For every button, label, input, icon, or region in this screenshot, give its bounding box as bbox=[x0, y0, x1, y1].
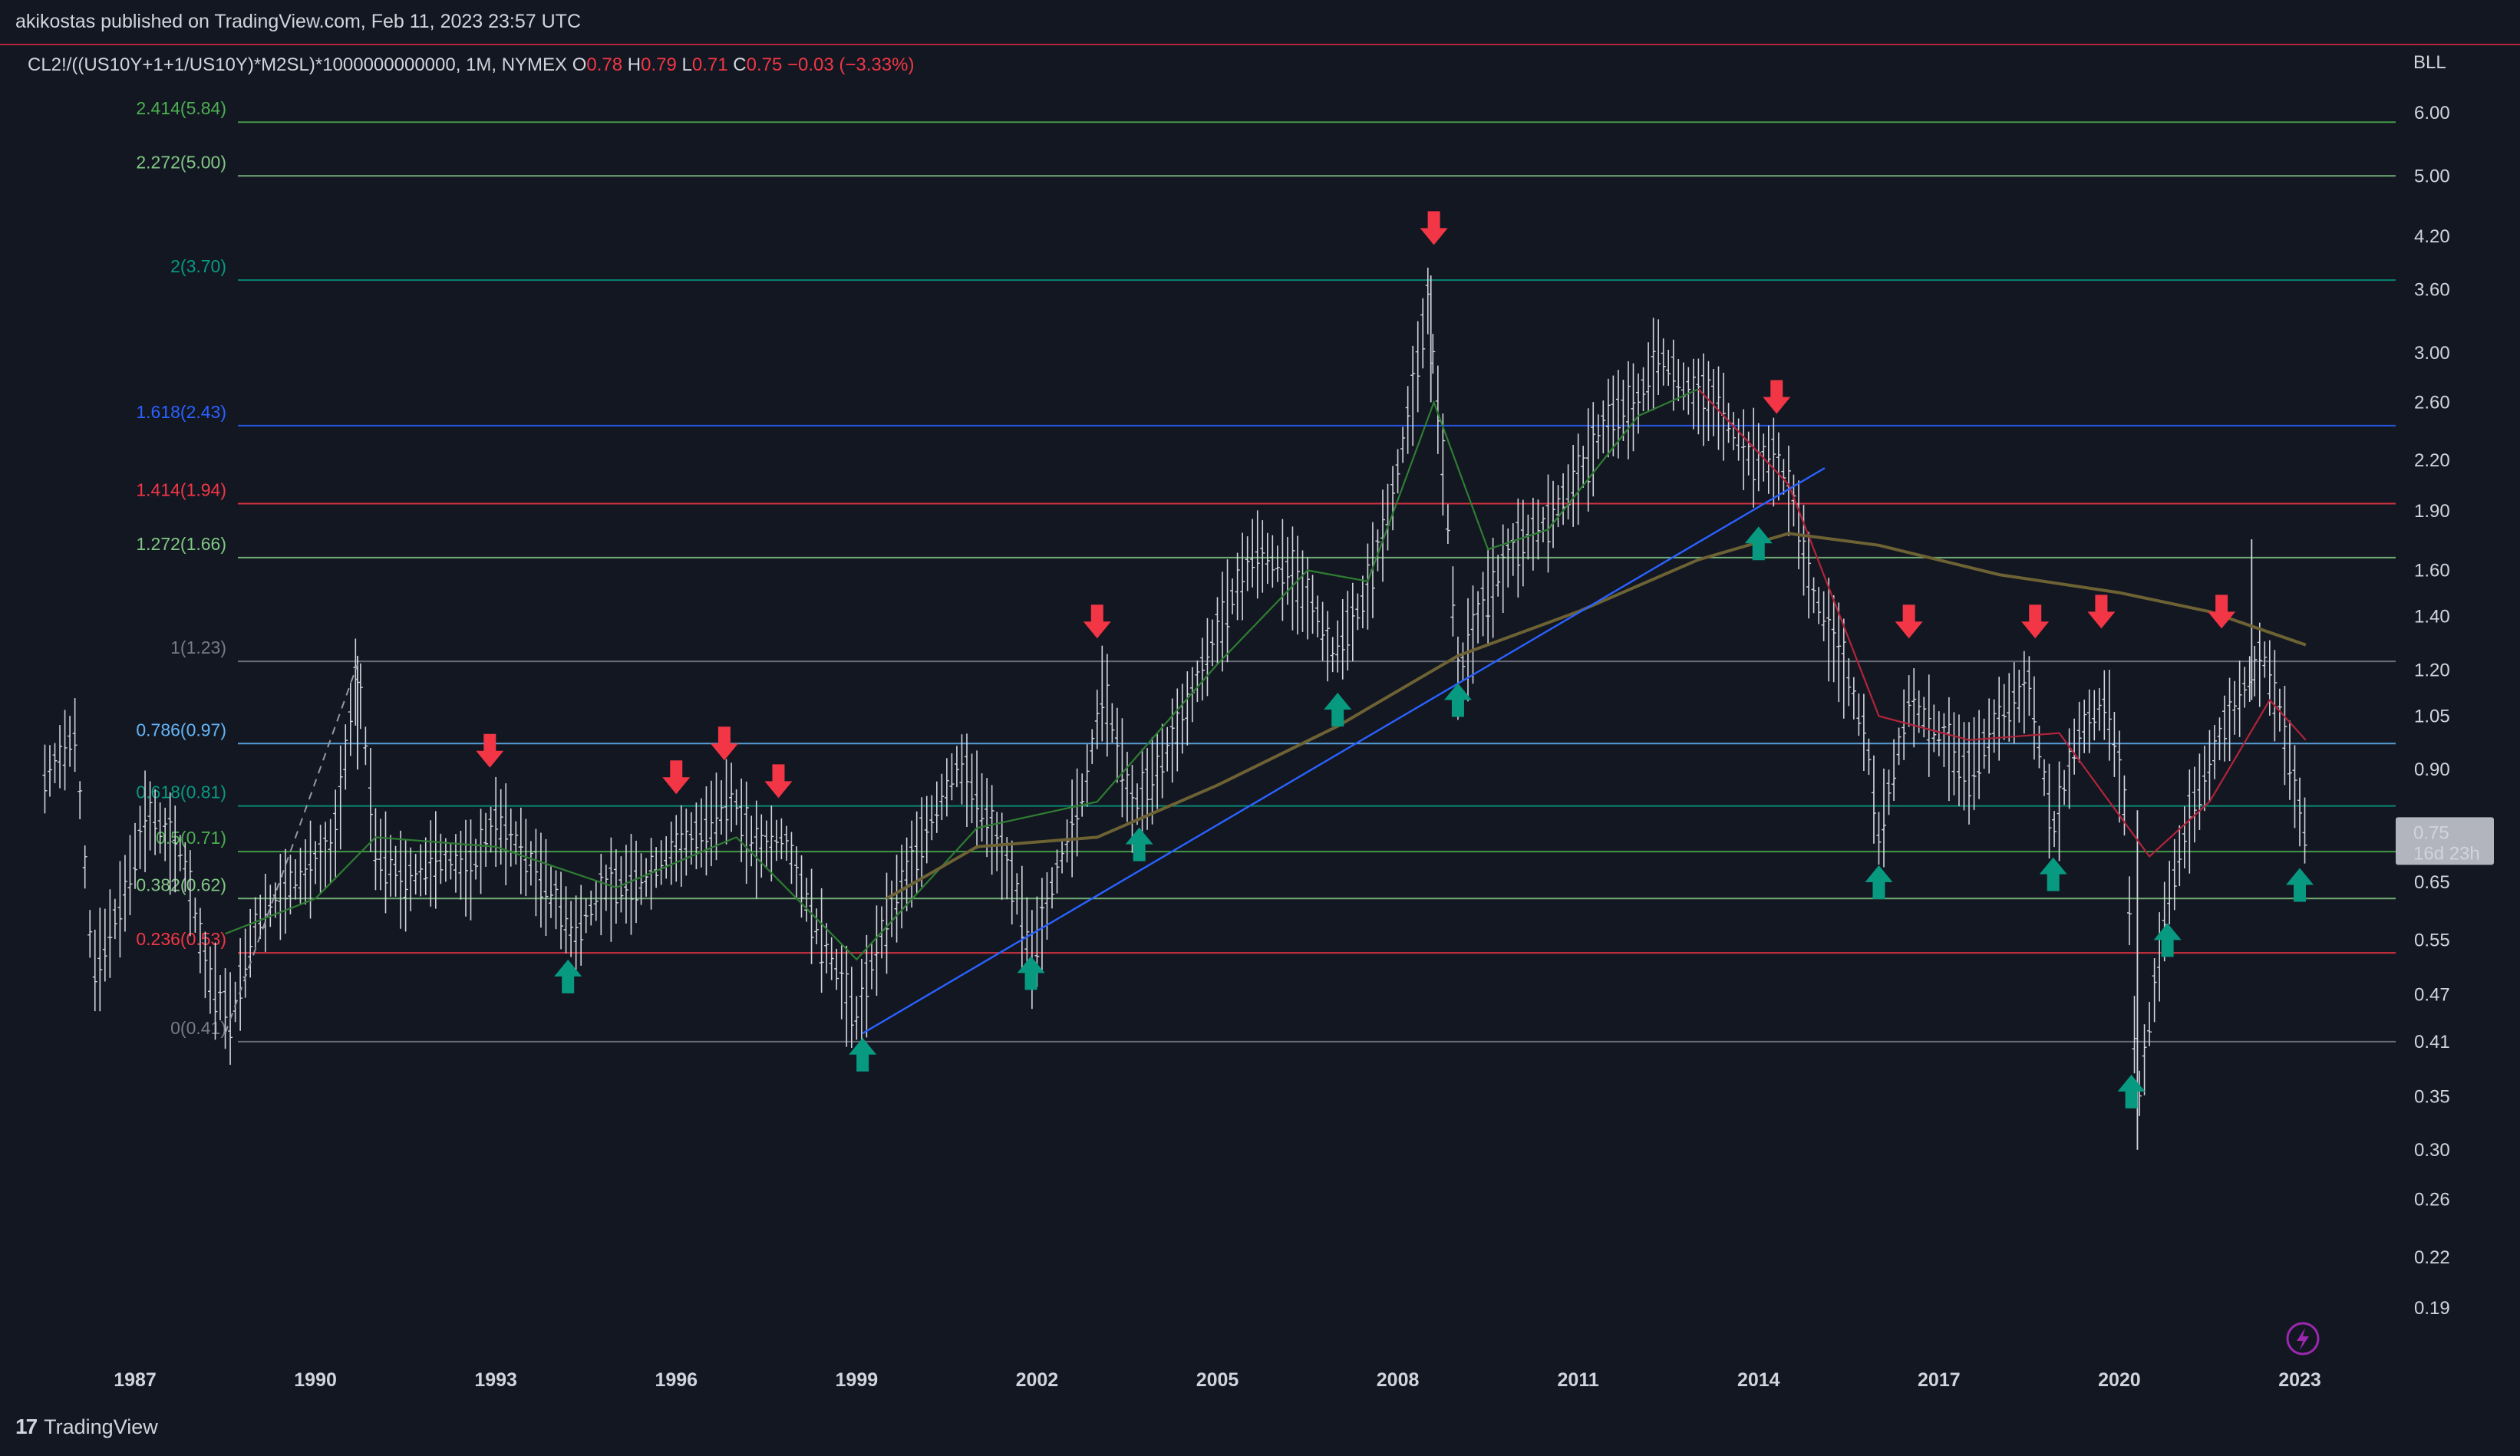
up-arrow-icon bbox=[1865, 865, 1893, 899]
tradingview-logo-icon: 17 bbox=[15, 1415, 38, 1438]
x-tick-label: 1996 bbox=[655, 1369, 698, 1391]
x-tick-label: 2002 bbox=[1016, 1369, 1059, 1391]
up-arrow-icon bbox=[554, 959, 582, 993]
brand-label: TradingView bbox=[44, 1415, 158, 1438]
x-tick-label: 2011 bbox=[1558, 1369, 1599, 1391]
x-tick-label: 2017 bbox=[1918, 1369, 1961, 1391]
y-tick-label: 0.41 bbox=[2414, 1032, 2450, 1052]
footer: 17 TradingView bbox=[0, 1398, 2520, 1456]
up-arrow-icon bbox=[849, 1037, 877, 1072]
x-tick-label: 2020 bbox=[2098, 1369, 2141, 1391]
y-tick-label: 3.60 bbox=[2414, 280, 2450, 301]
x-tick-label: 1999 bbox=[836, 1369, 879, 1391]
high-label: H bbox=[628, 54, 641, 75]
fib-level-label: 1.414(1.94) bbox=[136, 480, 226, 500]
y-tick-label: 2.20 bbox=[2414, 450, 2450, 471]
trendline bbox=[862, 467, 1826, 1035]
y-tick-label: 0.65 bbox=[2414, 872, 2450, 893]
last-price-countdown: 16d 23h bbox=[2413, 843, 2480, 864]
down-arrow-icon bbox=[1420, 211, 1448, 245]
fib-level-label: 0(0.41) bbox=[170, 1018, 226, 1038]
down-arrow-icon bbox=[1083, 604, 1111, 639]
change-value: −0.03 (−3.33%) bbox=[787, 54, 914, 75]
down-arrow-icon bbox=[1895, 604, 1923, 639]
up-arrow-icon bbox=[1744, 526, 1773, 561]
y-tick-label: 0.55 bbox=[2414, 930, 2450, 950]
price-chart[interactable]: CL2!/((US10Y+1+1/US10Y)*M2SL)*1000000000… bbox=[0, 45, 2520, 1398]
up-arrow-icon bbox=[2153, 923, 2182, 957]
down-arrow-icon bbox=[764, 764, 793, 799]
down-arrow-icon bbox=[710, 726, 738, 761]
y-tick-label: 6.00 bbox=[2414, 103, 2450, 124]
fib-level-label: 1.618(2.43) bbox=[136, 402, 226, 422]
y-tick-label: 1.90 bbox=[2414, 501, 2450, 522]
x-tick-label: 2008 bbox=[1377, 1369, 1420, 1391]
down-arrow-icon bbox=[2087, 595, 2116, 629]
down-arrow-icon bbox=[2021, 604, 2050, 639]
lightning-bolt-icon bbox=[2297, 1328, 2309, 1350]
dashed-trendline bbox=[224, 664, 358, 1034]
open-value: 0.78 bbox=[586, 54, 627, 75]
x-tick-label: 2005 bbox=[1196, 1369, 1239, 1391]
fib-level-label: 0.382(0.62) bbox=[136, 875, 226, 894]
y-tick-label: 5.00 bbox=[2414, 166, 2450, 186]
close-value: 0.75 bbox=[747, 54, 787, 75]
ma-short-line-red bbox=[1697, 388, 2307, 858]
high-value: 0.79 bbox=[641, 54, 681, 75]
tradingview-brand[interactable]: 17 TradingView bbox=[15, 1415, 158, 1439]
fib-level-label: 1(1.23) bbox=[170, 637, 226, 657]
publish-header: akikostas published on TradingView.com, … bbox=[0, 0, 2520, 44]
y-tick-label: 0.26 bbox=[2414, 1189, 2450, 1210]
y-tick-label: 0.19 bbox=[2414, 1298, 2450, 1319]
y-tick-label: 1.40 bbox=[2414, 607, 2450, 628]
low-value: 0.71 bbox=[692, 54, 733, 75]
symbol-ohlc-line: CL2!/((US10Y+1+1/US10Y)*M2SL)*1000000000… bbox=[28, 54, 914, 75]
close-label: C bbox=[733, 54, 746, 75]
x-tick-label: 1990 bbox=[294, 1369, 337, 1391]
publish-info: akikostas published on TradingView.com, … bbox=[15, 11, 582, 32]
up-arrow-icon bbox=[2039, 857, 2067, 891]
up-arrow-icon bbox=[2117, 1074, 2146, 1108]
fib-level-label: 0.236(0.53) bbox=[136, 929, 226, 949]
fib-level-label: 1.272(1.66) bbox=[136, 534, 226, 554]
down-arrow-icon bbox=[662, 760, 691, 795]
fib-level-label: 0.786(0.97) bbox=[136, 720, 226, 740]
low-label: L bbox=[682, 54, 692, 75]
y-tick-label: 2.60 bbox=[2414, 392, 2450, 413]
open-label: O bbox=[572, 54, 587, 75]
last-price-value: 0.75 bbox=[2413, 822, 2449, 843]
y-tick-label: 0.22 bbox=[2414, 1247, 2450, 1268]
x-tick-label: 1987 bbox=[114, 1369, 157, 1391]
down-arrow-icon bbox=[1763, 380, 1791, 414]
y-tick-label: 1.20 bbox=[2414, 660, 2450, 680]
y-tick-label: 0.47 bbox=[2414, 984, 2450, 1005]
x-tick-label: 2014 bbox=[1737, 1369, 1780, 1391]
y-tick-label: 1.60 bbox=[2414, 560, 2450, 581]
ma-long-line bbox=[886, 532, 2307, 901]
y-tick-label: 1.05 bbox=[2414, 707, 2450, 727]
down-arrow-icon bbox=[2208, 595, 2236, 629]
fib-level-label: 0.5(0.71) bbox=[156, 828, 226, 848]
currency-label: BLL bbox=[2413, 52, 2446, 73]
y-tick-label: 4.20 bbox=[2414, 226, 2450, 247]
y-tick-label: 0.90 bbox=[2414, 759, 2450, 780]
x-tick-label: 2023 bbox=[2278, 1369, 2321, 1391]
y-tick-label: 0.35 bbox=[2414, 1086, 2450, 1107]
fib-level-label: 2.414(5.84) bbox=[136, 98, 226, 118]
fib-level-label: 2.272(5.00) bbox=[136, 152, 226, 172]
symbol-name: CL2!/((US10Y+1+1/US10Y)*M2SL)*1000000000… bbox=[28, 54, 572, 75]
down-arrow-icon bbox=[476, 733, 504, 768]
price-bars bbox=[42, 267, 2307, 1116]
up-arrow-icon bbox=[1125, 827, 1153, 861]
up-arrow-icon bbox=[1017, 956, 1045, 990]
up-arrow-icon bbox=[2286, 868, 2314, 902]
y-tick-label: 0.30 bbox=[2414, 1140, 2450, 1161]
y-tick-label: 3.00 bbox=[2414, 343, 2450, 364]
fib-level-label: 2(3.70) bbox=[170, 256, 226, 276]
x-tick-label: 1993 bbox=[474, 1369, 517, 1391]
